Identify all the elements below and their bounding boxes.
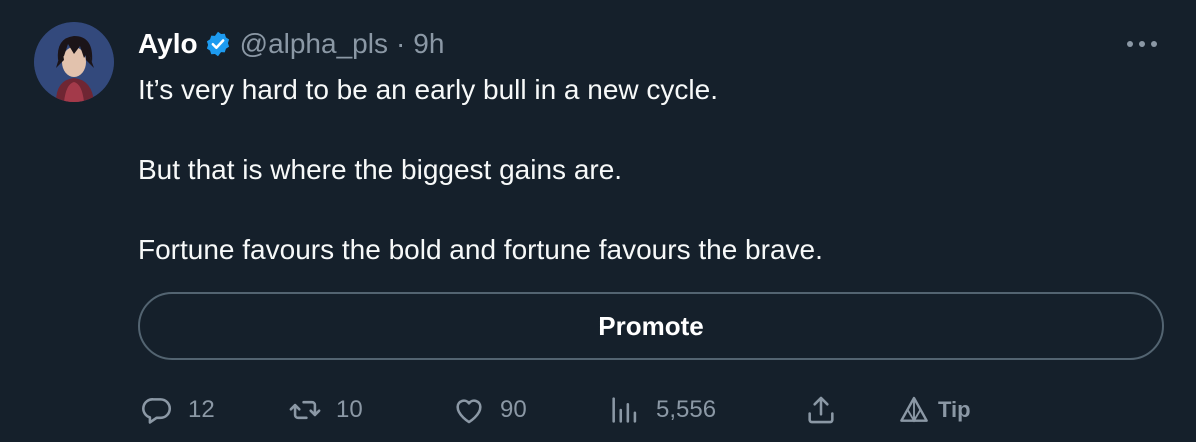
- views-count: 5,556: [656, 396, 717, 423]
- author-handle[interactable]: @alpha_pls: [240, 28, 388, 60]
- avatar-image: [34, 22, 114, 102]
- tweet-paragraph: It’s very hard to be an early bull in a …: [138, 74, 719, 105]
- retweet-icon: [289, 400, 321, 420]
- author-name[interactable]: Aylo: [138, 28, 198, 60]
- tweet-timestamp[interactable]: 9h: [413, 28, 444, 60]
- promote-button[interactable]: Promote: [138, 292, 1164, 360]
- more-icon: [1127, 41, 1157, 47]
- views-button[interactable]: 5,556: [608, 388, 716, 432]
- reply-button[interactable]: 12: [140, 388, 215, 432]
- verified-badge-icon: [204, 30, 232, 58]
- like-button[interactable]: 90: [452, 388, 527, 432]
- retweet-count: 10: [336, 396, 363, 423]
- tweet-text: It’s very hard to be an early bull in a …: [138, 70, 1158, 270]
- share-button[interactable]: [804, 388, 838, 432]
- retweet-button[interactable]: 10: [288, 388, 363, 432]
- separator-dot: ·: [395, 28, 406, 59]
- reply-icon: [142, 398, 172, 424]
- tweet-header: Aylo @alpha_pls · 9h: [138, 24, 444, 64]
- action-bar: 12 10 90 5,556 Tip: [138, 388, 1178, 432]
- tip-button[interactable]: Tip: [898, 388, 971, 432]
- avatar[interactable]: [34, 22, 114, 102]
- like-count: 90: [500, 396, 527, 423]
- views-icon: [612, 397, 637, 423]
- share-icon: [808, 396, 834, 424]
- heart-icon: [456, 399, 482, 424]
- tweet: Aylo @alpha_pls · 9h It’s very hard to b…: [0, 0, 1196, 442]
- tweet-paragraph: But that is where the biggest gains are.: [138, 154, 623, 185]
- tweet-paragraph: Fortune favours the bold and fortune fav…: [138, 234, 823, 265]
- more-button[interactable]: [1122, 30, 1162, 58]
- tip-label: Tip: [938, 397, 971, 422]
- tip-icon: [900, 396, 928, 423]
- reply-count: 12: [188, 396, 215, 423]
